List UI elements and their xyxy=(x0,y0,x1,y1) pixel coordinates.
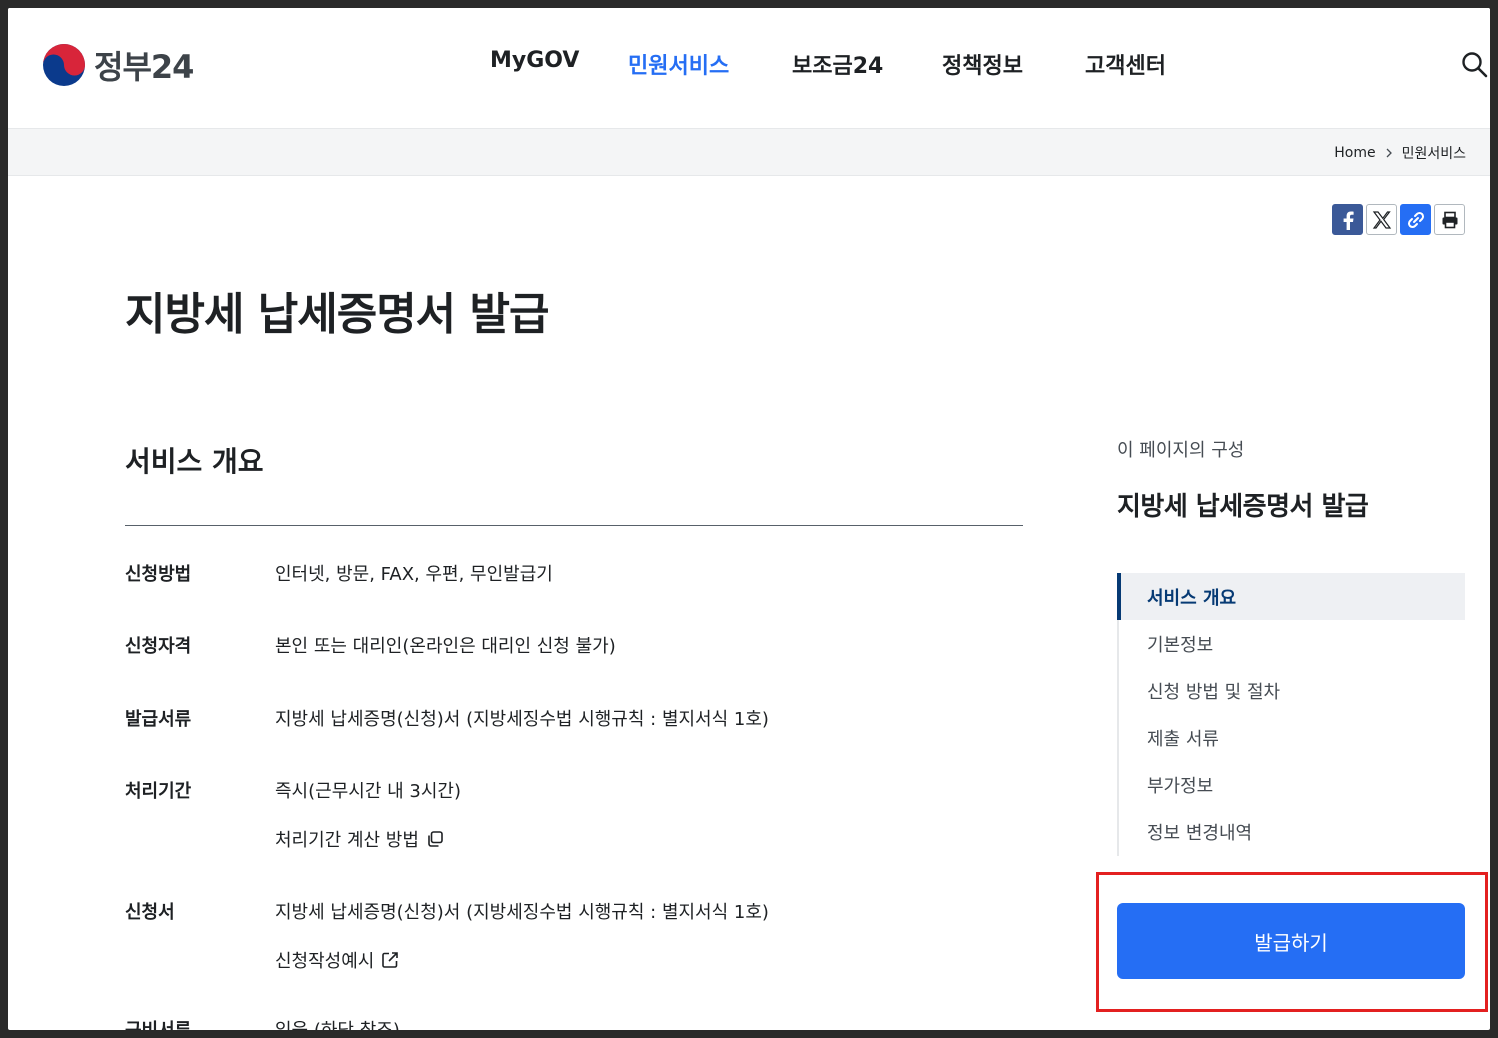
section-title-overview: 서비스 개요 xyxy=(125,445,264,478)
row-value-application-form: 지방세 납세증명(신청)서 (지방세징수법 시행규칙 : 별지서식 1호) xyxy=(275,902,769,923)
print-icon xyxy=(1442,211,1457,228)
link-icon xyxy=(1407,211,1424,228)
search-icon[interactable] xyxy=(1460,50,1488,78)
section-divider xyxy=(125,525,1023,526)
toc-item-change-history[interactable]: 정보 변경내역 xyxy=(1119,808,1465,855)
share-tools xyxy=(1332,204,1465,235)
global-header: 정부24 MyGOV 민원서비스 보조금24 정책정보 고객센터 xyxy=(8,8,1490,128)
row-label-eligibility: 신청자격 xyxy=(125,636,192,657)
row-label-application-form: 신청서 xyxy=(125,902,175,923)
breadcrumb-current[interactable]: 민원서비스 xyxy=(1402,143,1466,163)
toc-title: 지방세 납세증명서 발급 xyxy=(1117,492,1369,522)
breadcrumb-bar: Home 민원서비스 xyxy=(8,128,1490,176)
row-label-apply-method: 신청방법 xyxy=(125,564,192,585)
row-value-issued-document: 지방세 납세증명(신청)서 (지방세징수법 시행규칙 : 별지서식 1호) xyxy=(275,709,769,730)
row-label-issued-document: 발급서류 xyxy=(125,709,192,730)
external-link-icon xyxy=(382,952,399,968)
toc-item-additional-info[interactable]: 부가정보 xyxy=(1119,761,1465,808)
browser-page: 정부24 MyGOV 민원서비스 보조금24 정책정보 고객센터 Home 민원… xyxy=(8,8,1490,1030)
popup-window-icon xyxy=(428,831,443,847)
toc-item-documents[interactable]: 제출 서류 xyxy=(1119,714,1465,761)
main-nav: MyGOV 민원서비스 보조금24 정책정보 고객센터 xyxy=(8,48,1490,80)
print-button[interactable] xyxy=(1434,204,1465,235)
toc-item-procedure[interactable]: 신청 방법 및 절차 xyxy=(1119,667,1465,714)
row-label-processing-period: 처리기간 xyxy=(125,781,192,802)
page-title: 지방세 납세증명서 발급 xyxy=(125,289,549,340)
processing-period-calc-link[interactable]: 처리기간 계산 방법 xyxy=(275,826,445,852)
row-value-processing-period: 즉시(근무시간 내 3시간) xyxy=(275,781,461,802)
toc-item-basic-info[interactable]: 기본정보 xyxy=(1119,620,1465,667)
facebook-share-button[interactable] xyxy=(1332,204,1363,235)
row-value-required-documents: 있음 (하단 참조) xyxy=(275,1016,400,1030)
copy-link-button[interactable] xyxy=(1400,204,1431,235)
breadcrumb: Home 민원서비스 xyxy=(1334,143,1466,163)
page-toc: 서비스 개요 기본정보 신청 방법 및 절차 제출 서류 부가정보 정보 변경내… xyxy=(1117,573,1465,856)
toc-item-overview[interactable]: 서비스 개요 xyxy=(1117,573,1465,620)
row-label-required-documents: 구비서류 xyxy=(125,1016,191,1030)
x-icon xyxy=(1372,210,1391,229)
nav-item-customer-center[interactable]: 고객센터 xyxy=(1085,48,1166,80)
nav-item-policy-info[interactable]: 정책정보 xyxy=(942,48,1023,80)
nav-item-mygov[interactable]: MyGOV xyxy=(490,48,579,73)
breadcrumb-home[interactable]: Home xyxy=(1334,145,1375,161)
chevron-right-icon xyxy=(1386,148,1392,158)
nav-item-civil-service[interactable]: 민원서비스 xyxy=(628,48,729,80)
row-value-eligibility: 본인 또는 대리인(온라인은 대리인 신청 불가) xyxy=(275,636,616,657)
facebook-icon xyxy=(1343,211,1354,230)
application-example-link[interactable]: 신청작성예시 xyxy=(275,947,400,973)
nav-item-subsidy24[interactable]: 보조금24 xyxy=(792,48,883,80)
row-value-apply-method: 인터넷, 방문, FAX, 우편, 무인발급기 xyxy=(275,564,553,585)
toc-caption: 이 페이지의 구성 xyxy=(1117,440,1245,461)
issue-button[interactable]: 발급하기 xyxy=(1117,903,1465,979)
x-share-button[interactable] xyxy=(1366,204,1397,235)
